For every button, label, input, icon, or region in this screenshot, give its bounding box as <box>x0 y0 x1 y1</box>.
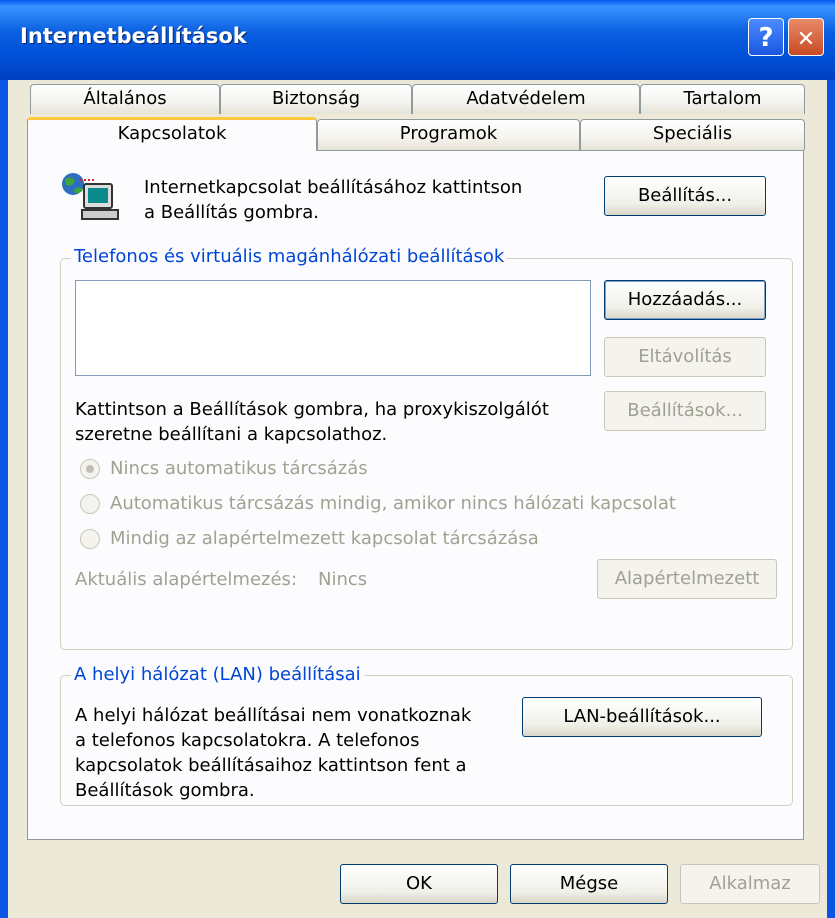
setup-text-line1: Internetkapcsolat beállításához kattints… <box>144 177 523 198</box>
help-icon: ? <box>758 23 774 53</box>
lan-text-line3: kapcsolatok beállításaihoz kattintson fe… <box>75 755 467 776</box>
proxy-settings-button[interactable]: Beállítások... <box>604 391 766 431</box>
tab-privacy[interactable]: Adatvédelem <box>412 84 640 114</box>
tab-security[interactable]: Biztonság <box>220 84 412 114</box>
window-frame-right <box>827 80 835 918</box>
tab-connections[interactable]: Kapcsolatok <box>27 117 317 151</box>
radio-selected-dot <box>86 465 94 473</box>
cancel-button[interactable]: Mégse <box>510 864 668 904</box>
ok-button[interactable]: OK <box>340 864 498 904</box>
tab-content[interactable]: Tartalom <box>640 84 805 114</box>
apply-button[interactable]: Alkalmaz <box>680 864 820 904</box>
radio-always-dial-label: Mindig az alapértelmezett kapcsolat tárc… <box>110 528 539 549</box>
window-title: Internetbeállítások <box>20 24 247 48</box>
tab-general[interactable]: Általános <box>30 84 220 114</box>
network-computer-icon <box>56 170 126 226</box>
tab-label: Biztonság <box>271 88 361 109</box>
proxy-text-line2: szeretne beállítani a kapcsolathoz. <box>75 424 388 445</box>
radio-never-dial[interactable] <box>80 459 100 479</box>
set-default-button[interactable]: Alapértelmezett <box>597 559 777 599</box>
close-icon: ✕ <box>796 27 816 52</box>
lan-legend: A helyi hálózat (LAN) beállításai <box>71 665 364 685</box>
tab-label: Speciális <box>652 123 733 144</box>
remove-button[interactable]: Eltávolítás <box>604 337 766 377</box>
lan-text-line2: a telefonos kapcsolatokra. A telefonos <box>75 730 420 751</box>
dialup-legend: Telefonos és virtuális magánhálózati beá… <box>71 247 508 267</box>
tab-label: Adatvédelem <box>466 88 586 109</box>
internet-options-dialog: Internetbeállítások ? ✕ Általános Bizton… <box>0 0 835 918</box>
tab-label: Programok <box>399 123 498 144</box>
lan-text-line1: A helyi hálózat beállításai nem vonatkoz… <box>75 705 472 726</box>
current-default-value: Nincs <box>318 569 368 590</box>
setup-text-line2: a Beállítás gombra. <box>144 202 319 223</box>
connections-listbox[interactable] <box>75 280 591 376</box>
tab-label: Kapcsolatok <box>117 123 227 144</box>
tab-label: Általános <box>83 88 167 109</box>
tab-programs[interactable]: Programok <box>317 119 580 150</box>
window-frame-left <box>0 80 8 918</box>
radio-dial-whenever[interactable] <box>80 494 100 514</box>
proxy-text-line1: Kattintson a Beállítások gombra, ha prox… <box>75 399 549 420</box>
radio-dial-whenever-label: Automatikus tárcsázás mindig, amikor nin… <box>110 493 676 514</box>
help-button[interactable]: ? <box>748 18 784 56</box>
tab-label: Tartalom <box>683 88 762 109</box>
lan-text-line4: Beállítások gombra. <box>75 780 255 801</box>
current-default-label: Aktuális alapértelmezés: <box>75 569 298 590</box>
add-button[interactable]: Hozzáadás... <box>604 280 766 320</box>
tab-advanced[interactable]: Speciális <box>580 119 805 150</box>
radio-always-dial[interactable] <box>80 529 100 549</box>
title-bar[interactable]: Internetbeállítások ? ✕ <box>0 0 835 80</box>
close-button[interactable]: ✕ <box>788 18 824 56</box>
radio-never-dial-label: Nincs automatikus tárcsázás <box>110 458 368 479</box>
setup-button[interactable]: Beállítás... <box>604 176 766 216</box>
lan-settings-button[interactable]: LAN-beállítások... <box>522 697 762 737</box>
